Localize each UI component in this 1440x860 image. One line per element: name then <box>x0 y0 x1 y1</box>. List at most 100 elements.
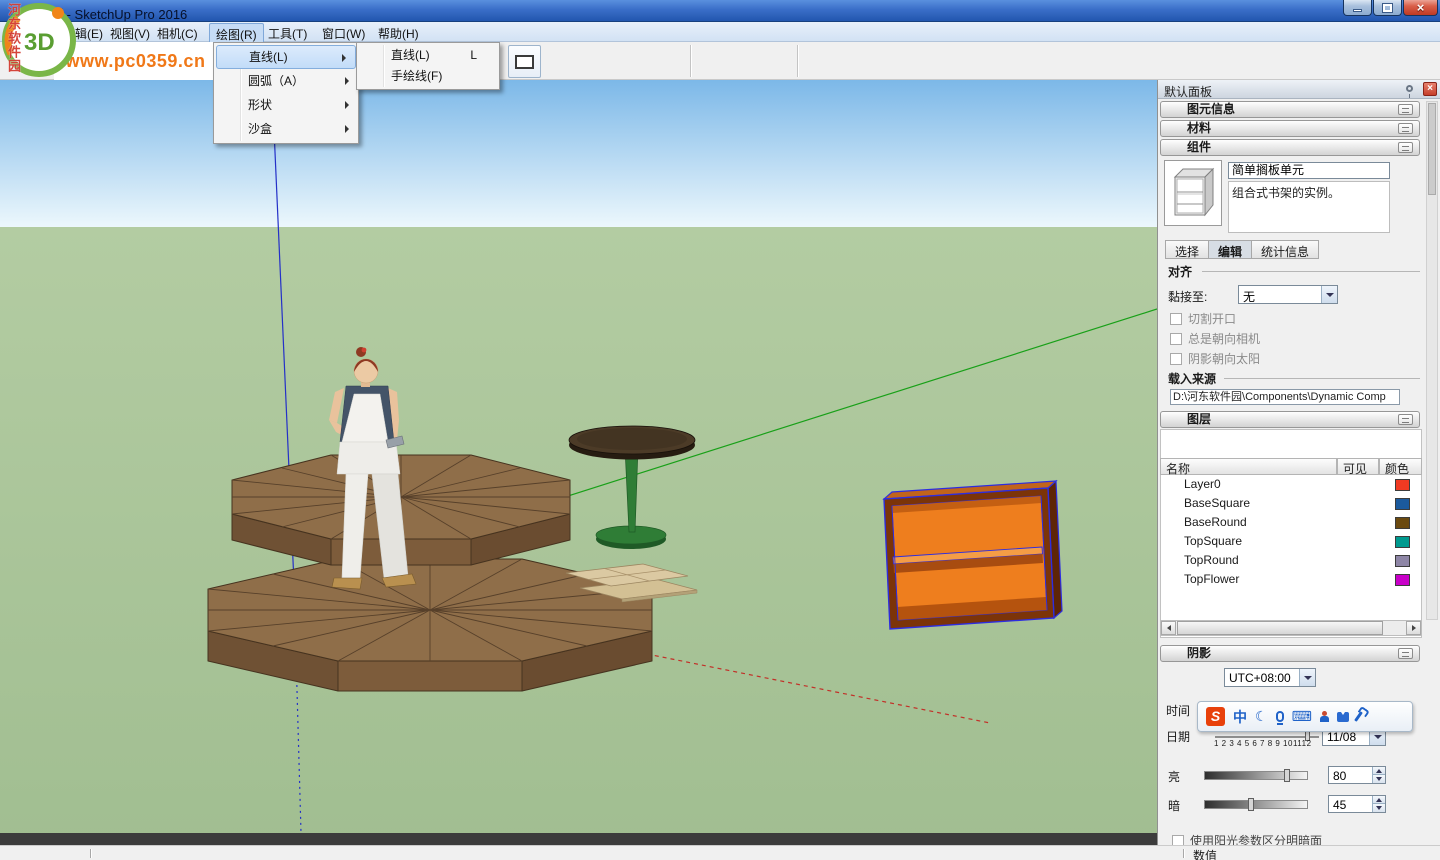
dark-slider-thumb[interactable] <box>1248 798 1254 811</box>
layer-row-name[interactable]: TopRound <box>1184 553 1239 567</box>
menu-item-label: 沙盒 <box>248 122 272 136</box>
maximize-button[interactable] <box>1373 0 1402 16</box>
sketchup-window: 无标题 - SketchUp Pro 2016 × 文件(F) 编辑(E) 视图… <box>0 0 1440 860</box>
light-spinbox[interactable]: 80 <box>1328 766 1386 784</box>
scroll-left-button[interactable] <box>1161 621 1176 635</box>
dark-spinbox[interactable]: 45 <box>1328 795 1386 813</box>
section-collapse-icon[interactable] <box>1398 414 1413 425</box>
submenu-arrow-icon <box>345 77 349 85</box>
layer-color-swatch[interactable] <box>1395 574 1410 586</box>
layer-row-name[interactable]: TopFlower <box>1184 572 1239 586</box>
section-collapse-icon[interactable] <box>1398 123 1413 134</box>
light-slider[interactable] <box>1204 771 1308 780</box>
light-slider-thumb[interactable] <box>1284 769 1290 782</box>
logo-3d-text: 3D <box>24 29 55 56</box>
section-label: 阴影 <box>1187 646 1211 660</box>
time-label: 时间 <box>1166 702 1190 719</box>
dropdown-arrow-icon[interactable] <box>1321 286 1337 303</box>
align-label: 对齐 <box>1168 263 1192 280</box>
spin-up-icon[interactable] <box>1372 796 1385 804</box>
spin-down-icon[interactable] <box>1372 775 1385 783</box>
layer-row-name[interactable]: BaseRound <box>1184 515 1247 529</box>
section-shadows[interactable]: 阴影 <box>1160 645 1420 662</box>
title-bar[interactable]: 无标题 - SketchUp Pro 2016 × <box>0 0 1440 22</box>
submenu-item-line[interactable]: 直线(L) L <box>357 45 499 66</box>
menu-item-line[interactable]: 直线(L) <box>216 45 356 69</box>
minimize-button[interactable] <box>1343 0 1372 16</box>
sogou-logo-icon[interactable]: S <box>1206 707 1225 726</box>
submenu-item-label: 直线(L) <box>391 48 430 62</box>
component-description-input[interactable]: 组合式书架的实例。 <box>1228 181 1390 233</box>
layers-hscrollbar[interactable] <box>1160 620 1422 636</box>
component-thumbnail[interactable] <box>1164 160 1222 226</box>
layer-color-swatch[interactable] <box>1395 517 1410 529</box>
menu-item-arc[interactable]: 圆弧（A） <box>214 69 358 93</box>
close-button[interactable]: × <box>1403 0 1438 16</box>
layers-column-name[interactable]: 名称 <box>1160 458 1337 475</box>
scroll-right-button[interactable] <box>1406 621 1421 635</box>
tab-select[interactable]: 选择 <box>1165 240 1208 259</box>
light-value: 80 <box>1333 769 1346 783</box>
submenu-item-freehand[interactable]: 手绘线(F) <box>357 66 499 87</box>
checkbox[interactable] <box>1170 353 1182 365</box>
menu-camera[interactable]: 相机(C) <box>157 25 198 42</box>
toolbar-button-rectangle[interactable] <box>508 45 541 78</box>
layer-row-name[interactable]: TopSquare <box>1184 534 1242 548</box>
dark-slider[interactable] <box>1204 800 1308 809</box>
mic-icon[interactable] <box>1276 711 1284 722</box>
layer-color-swatch[interactable] <box>1395 498 1410 510</box>
tab-edit[interactable]: 编辑 <box>1208 240 1251 259</box>
tray-scrollbar[interactable] <box>1426 101 1438 620</box>
chinese-mode-icon[interactable]: 中 <box>1233 707 1247 727</box>
layer-color-swatch[interactable] <box>1395 555 1410 567</box>
right-arrow-icon <box>1412 625 1416 631</box>
section-collapse-icon[interactable] <box>1398 142 1413 153</box>
layer-color-swatch[interactable] <box>1395 479 1410 491</box>
scrollbar-thumb[interactable] <box>1177 621 1383 635</box>
menu-help[interactable]: 帮助(H) <box>378 25 419 42</box>
measurements-input[interactable] <box>1233 847 1433 860</box>
date-slider[interactable] <box>1215 736 1319 738</box>
layers-column-color[interactable]: 颜色 <box>1379 458 1422 475</box>
tab-statistics[interactable]: 统计信息 <box>1251 240 1319 259</box>
checkbox[interactable] <box>1170 333 1182 345</box>
night-mode-icon[interactable]: ☾ <box>1255 708 1268 725</box>
checkbox[interactable] <box>1170 313 1182 325</box>
glue-to-dropdown[interactable]: 无 <box>1238 285 1338 304</box>
menu-view[interactable]: 视图(V) <box>110 25 150 42</box>
tray-header[interactable]: 默认面板 × <box>1158 80 1440 99</box>
bookshelf-component-selected[interactable] <box>884 481 1062 629</box>
layers-column-visible[interactable]: 可见 <box>1337 458 1379 475</box>
section-components[interactable]: 组件 <box>1160 139 1420 156</box>
skin-icon[interactable] <box>1337 712 1349 722</box>
layer-row-name[interactable]: BaseSquare <box>1184 496 1250 510</box>
section-collapse-icon[interactable] <box>1398 648 1413 659</box>
pin-icon[interactable] <box>1406 85 1413 92</box>
checkbox[interactable] <box>1172 835 1184 846</box>
toolbox-icon[interactable] <box>1354 711 1363 722</box>
3d-viewport[interactable] <box>0 80 1157 845</box>
dropdown-arrow-icon[interactable] <box>1299 669 1315 686</box>
tray-title: 默认面板 <box>1164 83 1212 100</box>
menu-item-sandbox[interactable]: 沙盒 <box>214 117 358 141</box>
section-collapse-icon[interactable] <box>1398 104 1413 115</box>
section-entity-info[interactable]: 图元信息 <box>1160 101 1420 118</box>
menu-item-shapes[interactable]: 形状 <box>214 93 358 117</box>
layer-color-swatch[interactable] <box>1395 536 1410 548</box>
spin-up-icon[interactable] <box>1372 767 1385 775</box>
load-path-field[interactable]: D:\河东软件园\Components\Dynamic Comp <box>1170 389 1400 405</box>
component-name-input[interactable]: 简单搁板单元 <box>1228 162 1390 179</box>
date-value: 11/08 <box>1327 730 1356 744</box>
spin-down-icon[interactable] <box>1372 804 1385 812</box>
section-materials[interactable]: 材料 <box>1160 120 1420 137</box>
layer-row-name[interactable]: Layer0 <box>1184 477 1221 491</box>
menu-window[interactable]: 窗口(W) <box>322 25 365 42</box>
soft-keyboard-icon[interactable]: ⌨ <box>1292 708 1312 725</box>
menu-tools[interactable]: 工具(T) <box>268 25 307 42</box>
account-icon[interactable] <box>1320 711 1329 722</box>
option-label: 使用阳光参数区分明暗面 <box>1190 832 1322 845</box>
tray-close-button[interactable]: × <box>1423 82 1437 96</box>
section-layers[interactable]: 图层 <box>1160 411 1420 428</box>
scrollbar-thumb[interactable] <box>1428 103 1436 195</box>
timezone-dropdown[interactable]: UTC+08:00 <box>1224 668 1316 687</box>
